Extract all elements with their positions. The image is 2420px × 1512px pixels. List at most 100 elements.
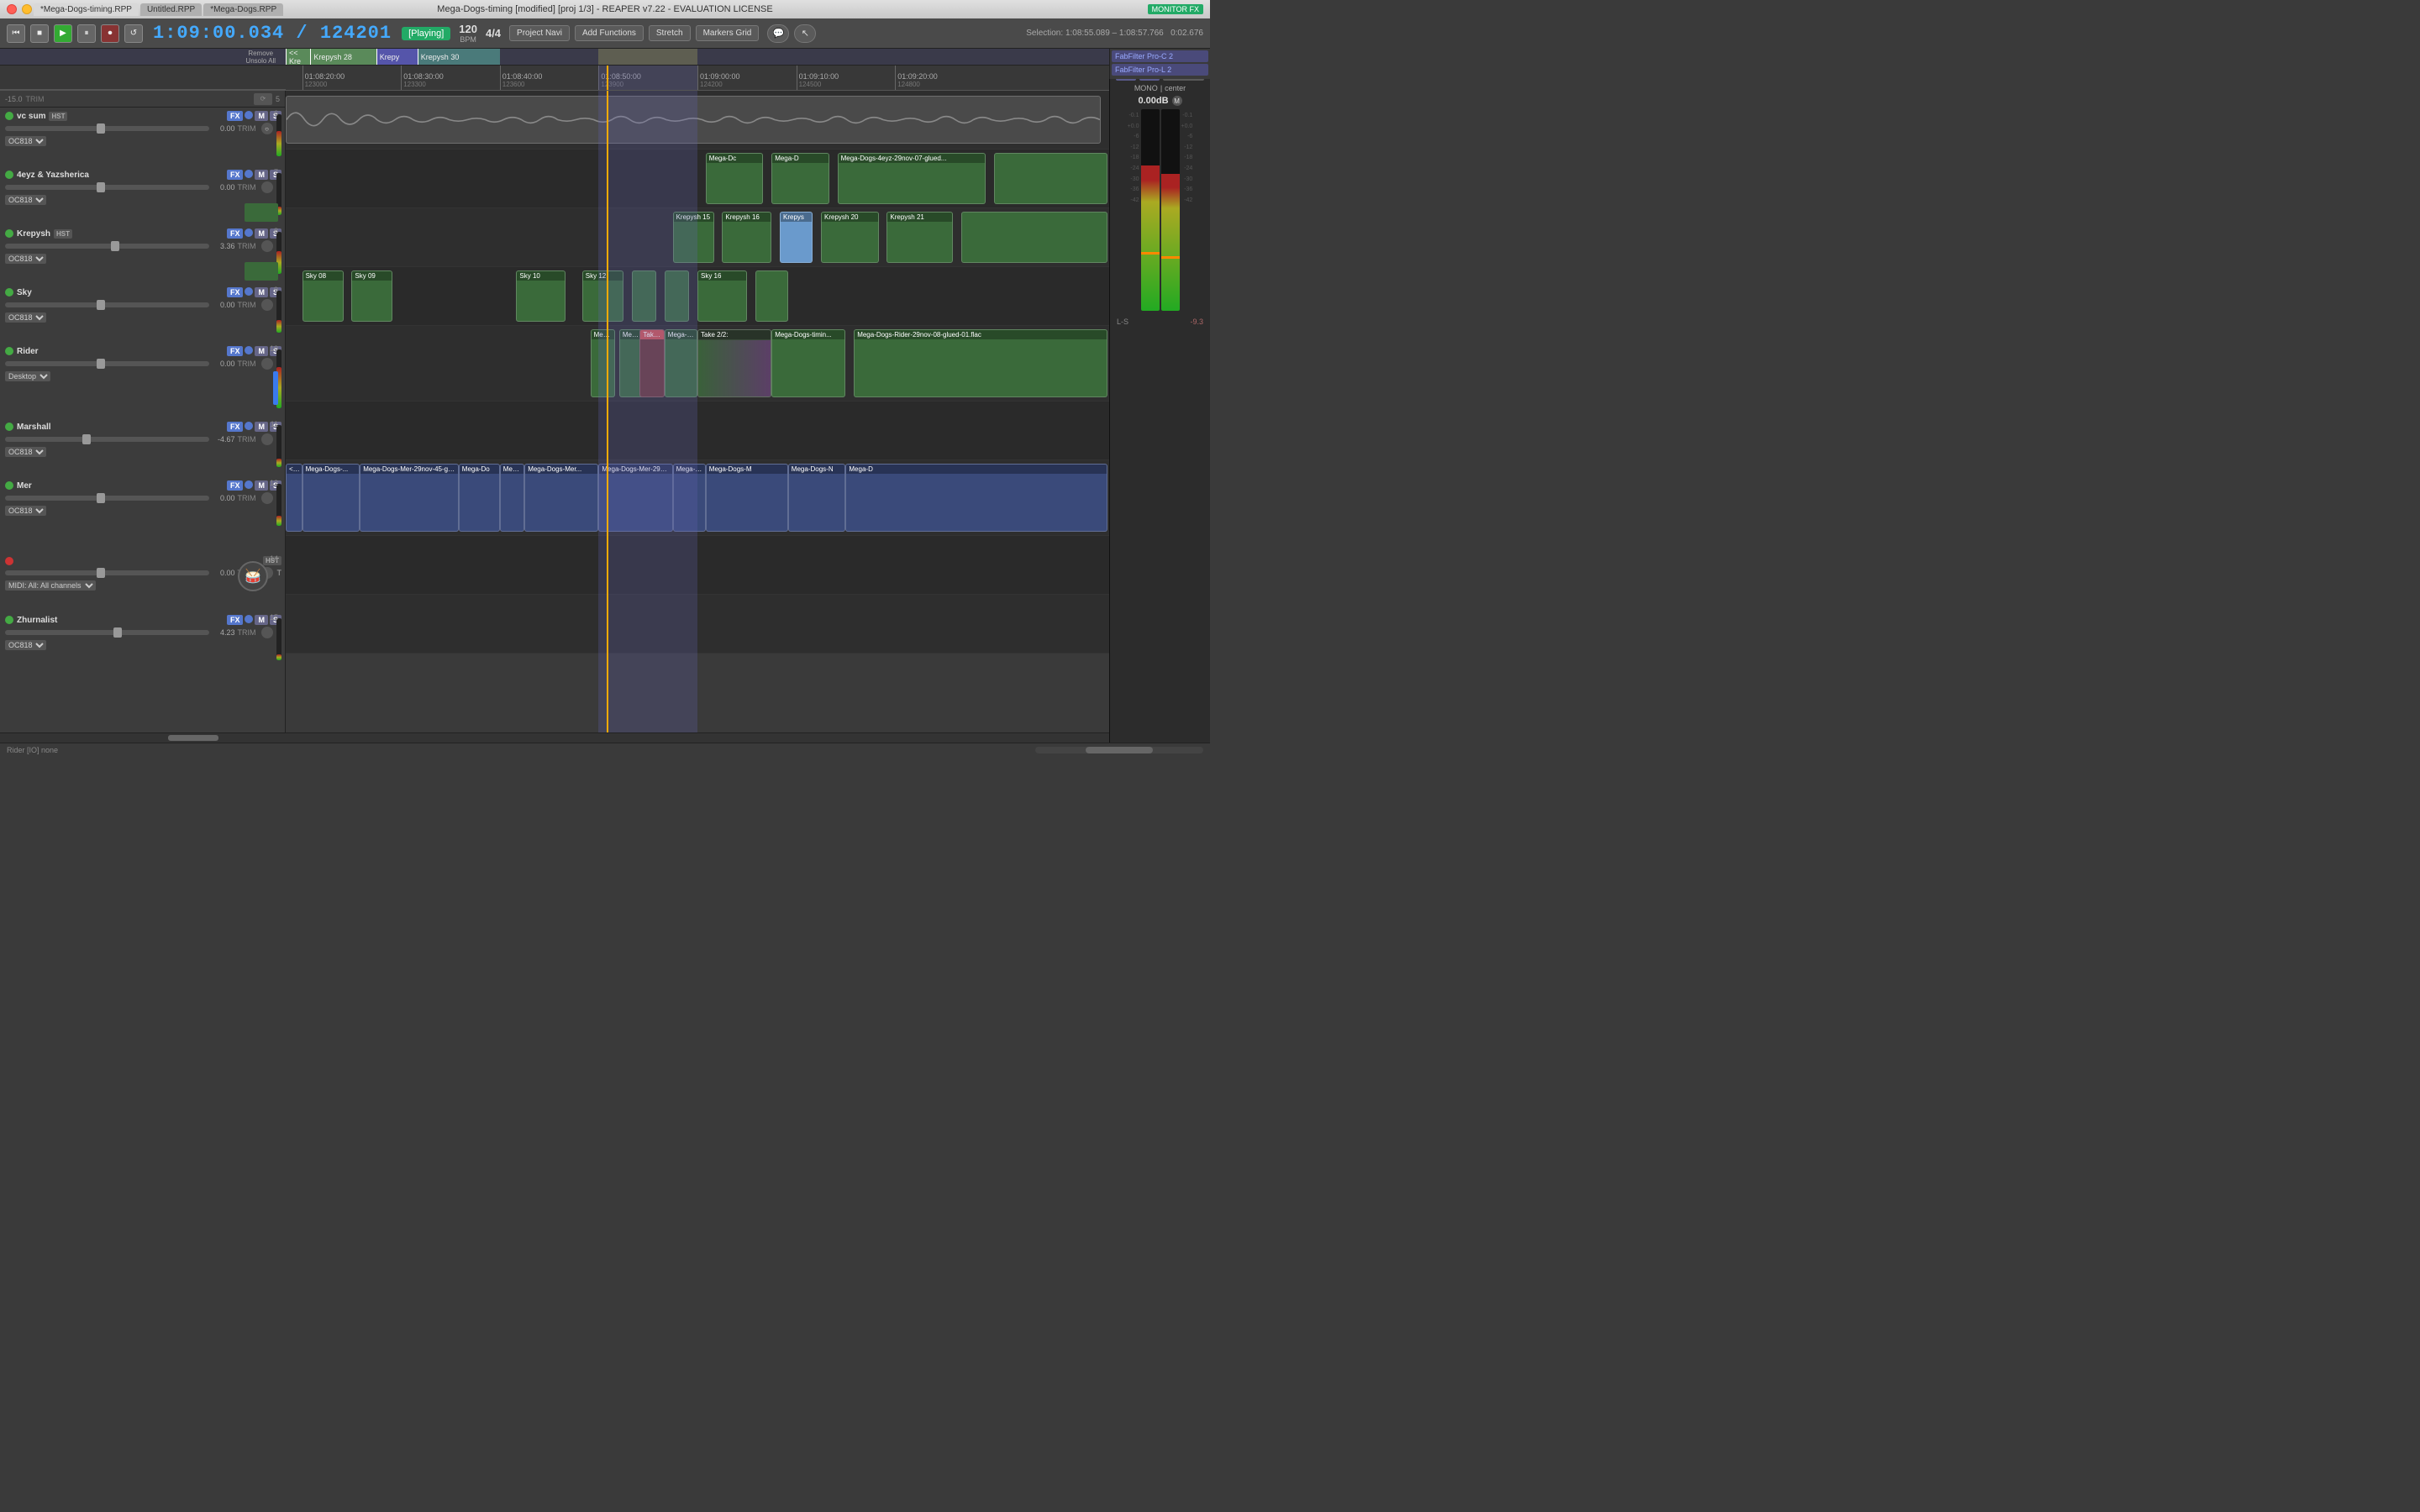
- monitor-fx-badge[interactable]: MONITOR FX: [1148, 4, 1203, 14]
- clip-rider-long[interactable]: Mega-Dogs-Rider-29nov-08-glued-01.flac: [854, 329, 1107, 397]
- track-fx-btn-marshall[interactable]: FX: [227, 422, 244, 432]
- track-pan-krepysh[interactable]: [261, 240, 273, 252]
- fx-plugin-1[interactable]: FabFilter Pro-C 2: [1112, 50, 1208, 62]
- clip-sky-more[interactable]: [755, 270, 788, 322]
- track-status-4eyz[interactable]: [5, 171, 13, 179]
- clip-mega-dogs-timing[interactable]: Mega-Dogs-timin...: [771, 329, 845, 397]
- center-btn[interactable]: center: [1165, 84, 1186, 92]
- tab-mega-dogs[interactable]: *Mega-Dogs.RPP: [203, 3, 283, 16]
- track-fx-btn-krepysh[interactable]: FX: [227, 228, 244, 239]
- track-pan-sky[interactable]: [261, 299, 273, 311]
- speech-bubble-button[interactable]: 💬: [767, 24, 789, 43]
- track-fx-btn-sky[interactable]: FX: [227, 287, 244, 297]
- track-fader-sky[interactable]: [5, 302, 209, 307]
- pause-button[interactable]: ⏸: [77, 24, 96, 43]
- clip-sky12[interactable]: Sky 12: [582, 270, 623, 322]
- track-pan-4eyz[interactable]: [261, 181, 273, 193]
- clip-mega-dogs-4eyz[interactable]: Mega-Dogs-4eyz-29nov-07-glued...: [838, 153, 986, 204]
- track-fx-btn-vc-sum[interactable]: FX: [227, 111, 244, 121]
- track-fx-btn-rider[interactable]: FX: [227, 346, 244, 356]
- clip-mega-end[interactable]: Mega-D: [845, 464, 1107, 532]
- loop-button[interactable]: ↺: [124, 24, 143, 43]
- tab-mega-dogs-timing[interactable]: *Mega-Dogs-timing.RPP: [34, 3, 139, 16]
- clip-mega-dog[interactable]: Mega-Dog: [673, 464, 706, 532]
- track-status-zhurnalist[interactable]: [5, 616, 13, 624]
- track-mute-btn-rider[interactable]: M: [255, 346, 268, 356]
- clip-mega-dogs-mer5[interactable]: Mega-Dogs-M: [706, 464, 788, 532]
- clip-mega-dogs-mer6[interactable]: Mega-Dogs-N: [788, 464, 846, 532]
- clip-sky12c[interactable]: [665, 270, 689, 322]
- record-button[interactable]: ⏺: [101, 24, 119, 43]
- track-mute-btn-4eyz[interactable]: M: [255, 170, 268, 180]
- close-button[interactable]: [7, 4, 17, 14]
- track-fader-krepysh[interactable]: [5, 244, 209, 249]
- markers-grid-button[interactable]: Markers Grid: [696, 25, 760, 41]
- stretch-button[interactable]: Stretch: [649, 25, 691, 41]
- track-pan-vc-sum[interactable]: ○: [261, 123, 273, 134]
- clip-mega-dogs-mer4[interactable]: Mega-Dogs-Mer-29nov-58-g...: [598, 464, 672, 532]
- clip-mega-do[interactable]: Mega-Do: [459, 464, 500, 532]
- track-status-sky[interactable]: [5, 288, 13, 297]
- track-fader-marshall[interactable]: [5, 437, 209, 442]
- rewind-button[interactable]: ⏮: [7, 24, 25, 43]
- clip-sky12b[interactable]: [632, 270, 656, 322]
- track-mute-btn-vc-sum[interactable]: M: [255, 111, 268, 121]
- track-status-mer[interactable]: [5, 481, 13, 490]
- tab-untitled[interactable]: Untitled.RPP: [140, 3, 202, 16]
- track-fx-btn-zhurnalist[interactable]: FX: [227, 615, 244, 625]
- clip-mega-dogs-mer3[interactable]: Mega-Dogs-Mer...: [524, 464, 598, 532]
- horizontal-scrollbar[interactable]: [0, 732, 1109, 743]
- clip-mega-i[interactable]: Mega-I: [500, 464, 524, 532]
- clip-sky08[interactable]: Sky 08: [302, 270, 344, 322]
- clip-krepysh21[interactable]: Krepysh 21: [886, 212, 952, 263]
- cursor-button[interactable]: ↖: [794, 24, 816, 43]
- clip-mer-start[interactable]: << Mer: [286, 464, 302, 532]
- clip-take2[interactable]: Take 2: [639, 329, 664, 397]
- track-fx-btn-4eyz[interactable]: FX: [227, 170, 244, 180]
- mono-btn[interactable]: MONO: [1134, 84, 1158, 92]
- track-pan-marshall[interactable]: [261, 433, 273, 445]
- play-button[interactable]: ▶: [54, 24, 72, 43]
- track-status-krepysh[interactable]: [5, 229, 13, 238]
- scrollbar-thumb[interactable]: [168, 735, 218, 741]
- clip-sky09[interactable]: Sky 09: [351, 270, 392, 322]
- clip-take22[interactable]: Take 2/2:: [697, 329, 771, 397]
- clip-mega-dogs-mer1[interactable]: Mega-Dogs-...: [302, 464, 360, 532]
- clip-mega-dogs-r[interactable]: Mega-Dogs: [665, 329, 697, 397]
- add-functions-button[interactable]: Add Functions: [575, 25, 644, 41]
- track-mute-btn-marshall[interactable]: M: [255, 422, 268, 432]
- clip-vc-sum-main[interactable]: [286, 96, 1101, 144]
- fx-plugin-2[interactable]: FabFilter Pro-L 2: [1112, 64, 1208, 76]
- time-signature[interactable]: 4/4: [486, 27, 501, 39]
- track-fader-rider[interactable]: [5, 361, 209, 366]
- track-fader-4eyz[interactable]: [5, 185, 209, 190]
- track-pan-rider[interactable]: [261, 358, 273, 370]
- track-mute-btn-krepysh[interactable]: M: [255, 228, 268, 239]
- project-navi-button[interactable]: Project Navi: [509, 25, 570, 41]
- clip-krepysh-more[interactable]: [961, 212, 1107, 263]
- master-m-btn[interactable]: M: [1172, 96, 1182, 106]
- horizontal-scroll-indicator[interactable]: [1086, 747, 1153, 753]
- stop-button[interactable]: ■: [30, 24, 49, 43]
- track-fx-btn-mer[interactable]: FX: [227, 480, 244, 491]
- clip-mega-dogs-mer2[interactable]: Mega-Dogs-Mer-29nov-45-glu...: [360, 464, 459, 532]
- track-mute-btn-sky[interactable]: M: [255, 287, 268, 297]
- clip-krepysh20[interactable]: Krepysh 20: [821, 212, 879, 263]
- clip-krepysh16[interactable]: Krepysh 16: [722, 212, 771, 263]
- track-fader-midi[interactable]: [5, 570, 209, 575]
- clip-sky16[interactable]: Sky 16: [697, 270, 747, 322]
- clip-krepysh15[interactable]: Krepysh 15: [673, 212, 714, 263]
- clip-krepysh17[interactable]: Krepys: [780, 212, 813, 263]
- track-fader-zhurnalist[interactable]: [5, 630, 209, 635]
- clip-mega-1[interactable]: Mega-D: [771, 153, 829, 204]
- track-status-vc-sum[interactable]: [5, 112, 13, 120]
- track-mute-btn-mer[interactable]: M: [255, 480, 268, 491]
- track-pan-mer[interactable]: [261, 492, 273, 504]
- track-status-rider[interactable]: [5, 347, 13, 355]
- clip-sky10[interactable]: Sky 10: [516, 270, 566, 322]
- minimize-button[interactable]: [22, 4, 32, 14]
- track-status-midi[interactable]: [5, 557, 13, 565]
- track-fader-mer[interactable]: [5, 496, 209, 501]
- clip-mega-dc[interactable]: Mega-Dc: [706, 153, 764, 204]
- track-pan-zhurnalist[interactable]: [261, 627, 273, 638]
